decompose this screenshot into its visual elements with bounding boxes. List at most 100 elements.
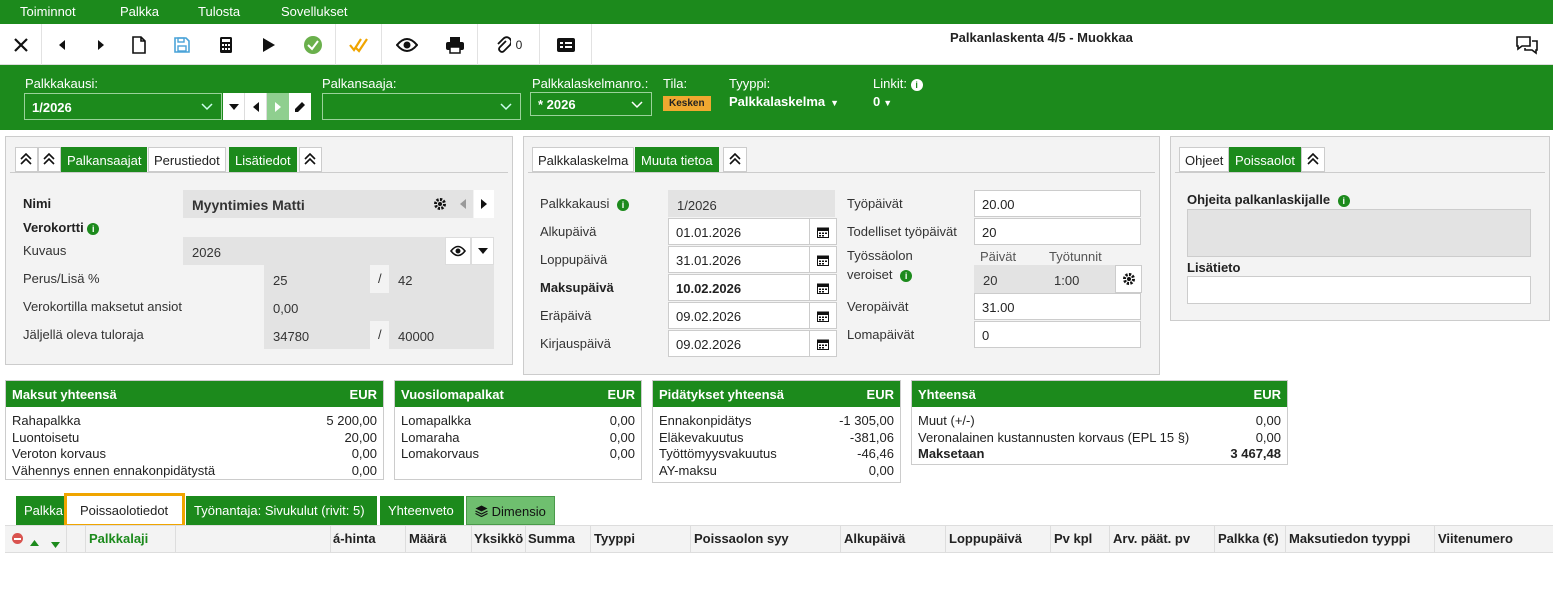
collapse-panel-button[interactable] bbox=[723, 147, 747, 172]
print-button[interactable] bbox=[432, 24, 478, 65]
ohjeita-textarea[interactable] bbox=[1187, 209, 1531, 257]
kirjauspaiva-input[interactable]: 09.02.2026 bbox=[668, 330, 810, 357]
menu-palkka[interactable]: Palkka bbox=[120, 4, 159, 19]
col-summa[interactable]: Summa bbox=[528, 531, 575, 546]
info-icon[interactable]: i bbox=[617, 198, 629, 211]
double-chevron-up-icon bbox=[20, 152, 32, 165]
approve-button[interactable] bbox=[290, 24, 336, 65]
col-tyyppi[interactable]: Tyyppi bbox=[594, 531, 635, 546]
alkupaiva-calendar-button[interactable] bbox=[809, 218, 837, 245]
tila-label: Tila: bbox=[663, 76, 688, 91]
tab-tyonantaja-sivukulut[interactable]: Työnantaja: Sivukulut (rivit: 5) bbox=[186, 496, 377, 525]
double-check-button[interactable] bbox=[336, 24, 382, 65]
workdays-settings-button[interactable] bbox=[1115, 265, 1142, 293]
period-dropdown-button[interactable] bbox=[223, 93, 245, 120]
col-yksikko[interactable]: Yksikkö bbox=[474, 531, 523, 546]
linkit-value: 0 bbox=[873, 94, 881, 109]
previous-button[interactable] bbox=[42, 24, 82, 65]
info-icon[interactable]: i bbox=[910, 78, 923, 91]
tab-ohjeet[interactable]: Ohjeet bbox=[1179, 147, 1230, 172]
palkansaaja-select[interactable] bbox=[322, 93, 521, 120]
kuvaus-field[interactable]: 2026 bbox=[183, 237, 445, 265]
preview-button[interactable] bbox=[382, 24, 432, 65]
todelliset-input[interactable]: 20 bbox=[974, 218, 1141, 245]
palkkakausi-select[interactable]: 1/2026 bbox=[24, 93, 222, 120]
col-viitenumero[interactable]: Viitenumero bbox=[1438, 531, 1513, 546]
col-alkupaiva[interactable]: Alkupäivä bbox=[844, 531, 905, 546]
loppupaiva-calendar-button[interactable] bbox=[809, 246, 837, 273]
move-down-button[interactable] bbox=[51, 537, 60, 552]
view-taxcard-button[interactable] bbox=[445, 237, 471, 265]
maksupaiva-calendar-button[interactable] bbox=[809, 274, 837, 301]
employee-name: Myyntimies Matti bbox=[183, 190, 427, 218]
tyopaivat-input[interactable]: 20.00 bbox=[974, 190, 1141, 217]
col-palkkalaji[interactable]: Palkkalaji bbox=[89, 531, 148, 546]
erapaiva-calendar-button[interactable] bbox=[809, 302, 837, 329]
calculator-button[interactable] bbox=[206, 24, 246, 65]
col-maksutiedon-tyyppi[interactable]: Maksutiedon tyyppi bbox=[1289, 531, 1410, 546]
menu-toiminnot[interactable]: Toiminnot bbox=[20, 4, 76, 19]
col-pv-kpl[interactable]: Pv kpl bbox=[1054, 531, 1092, 546]
info-icon[interactable]: i bbox=[1337, 194, 1350, 207]
employee-prev-button[interactable] bbox=[453, 190, 473, 218]
kirjauspaiva-calendar-button[interactable] bbox=[809, 330, 837, 357]
tab-poissaolot[interactable]: Poissaolot bbox=[1229, 147, 1301, 172]
next-button[interactable] bbox=[82, 24, 120, 65]
info-icon[interactable]: i bbox=[87, 222, 100, 235]
period-prev-button[interactable] bbox=[245, 93, 267, 120]
lisatieto-textarea[interactable] bbox=[1187, 276, 1531, 304]
period-next-button[interactable] bbox=[267, 93, 289, 120]
maksupaiva-input[interactable]: 10.02.2026 bbox=[668, 274, 810, 301]
info-icon[interactable]: i bbox=[900, 269, 913, 282]
caret-down-icon: ▼ bbox=[830, 98, 840, 108]
tab-perustiedot[interactable]: Perustiedot bbox=[148, 147, 226, 172]
tab-poissaolotiedot[interactable]: Poissaolotiedot bbox=[64, 493, 185, 527]
collapse-panel-button[interactable] bbox=[1301, 147, 1325, 172]
tab-palkkalaskelma[interactable]: Palkkalaskelma bbox=[532, 147, 635, 172]
veropaivat-input[interactable]: 31.00 bbox=[974, 293, 1141, 320]
collapse-all-button[interactable] bbox=[15, 147, 38, 172]
taxcard-dropdown-button[interactable] bbox=[471, 237, 494, 265]
row-value: 0,00 bbox=[609, 429, 635, 445]
collapse-panel-button[interactable] bbox=[299, 147, 322, 172]
tab-dimensio[interactable]: Dimensio bbox=[466, 496, 555, 525]
lomapaivat-input[interactable]: 0 bbox=[974, 321, 1141, 348]
run-button[interactable] bbox=[246, 24, 290, 65]
col-a-hinta[interactable]: á-hinta bbox=[333, 531, 376, 546]
tyyppi-dropdown[interactable]: Palkkalaskelma ▼ bbox=[729, 94, 839, 109]
remove-row-icon[interactable] bbox=[12, 533, 23, 544]
menu-sovellukset[interactable]: Sovellukset bbox=[281, 4, 347, 19]
currency-label: EUR bbox=[349, 387, 377, 402]
currency-label: EUR bbox=[607, 387, 635, 402]
col-poissaolon-syy[interactable]: Poissaolon syy bbox=[694, 531, 789, 546]
col-maara[interactable]: Määrä bbox=[409, 531, 447, 546]
col-arv-paat-pv[interactable]: Arv. päät. pv bbox=[1113, 531, 1190, 546]
new-document-button[interactable] bbox=[120, 24, 158, 65]
tab-yhteenveto[interactable]: Yhteenveto bbox=[380, 496, 464, 525]
erapaiva-input[interactable]: 09.02.2026 bbox=[668, 302, 810, 329]
employee-settings-button[interactable] bbox=[427, 190, 453, 218]
row-label: Rahapalkka bbox=[12, 413, 81, 428]
tyopaivat-label: Työpäivät bbox=[847, 196, 903, 211]
linkit-dropdown[interactable]: 0 ▼ bbox=[873, 94, 892, 109]
laskelmanro-select[interactable]: * 2026 bbox=[530, 92, 652, 116]
expand-button[interactable] bbox=[38, 147, 61, 172]
save-button[interactable] bbox=[158, 24, 206, 65]
tab-palkka[interactable]: Palkka bbox=[16, 496, 66, 525]
tab-palkansaajat[interactable]: Palkansaajat bbox=[61, 147, 148, 172]
loppupaiva-input[interactable]: 31.01.2026 bbox=[668, 246, 810, 273]
chat-button[interactable] bbox=[1515, 34, 1539, 59]
move-up-button[interactable] bbox=[30, 535, 39, 550]
period-edit-button[interactable] bbox=[289, 93, 311, 120]
attachments-button[interactable]: 0 bbox=[478, 24, 540, 65]
employee-next-button[interactable] bbox=[474, 190, 494, 218]
col-palkka[interactable]: Palkka (€) bbox=[1218, 531, 1279, 546]
alkupaiva-input[interactable]: 01.01.2026 bbox=[668, 218, 810, 245]
close-button[interactable] bbox=[0, 24, 42, 65]
col-loppupaiva[interactable]: Loppupäivä bbox=[949, 531, 1022, 546]
details-button[interactable] bbox=[540, 24, 592, 65]
tab-lisatiedot[interactable]: Lisätiedot bbox=[229, 147, 297, 172]
row-label: Ennakonpidätys bbox=[659, 413, 752, 428]
menu-tulosta[interactable]: Tulosta bbox=[198, 4, 240, 19]
tab-muuta-tietoa[interactable]: Muuta tietoa bbox=[635, 147, 719, 172]
